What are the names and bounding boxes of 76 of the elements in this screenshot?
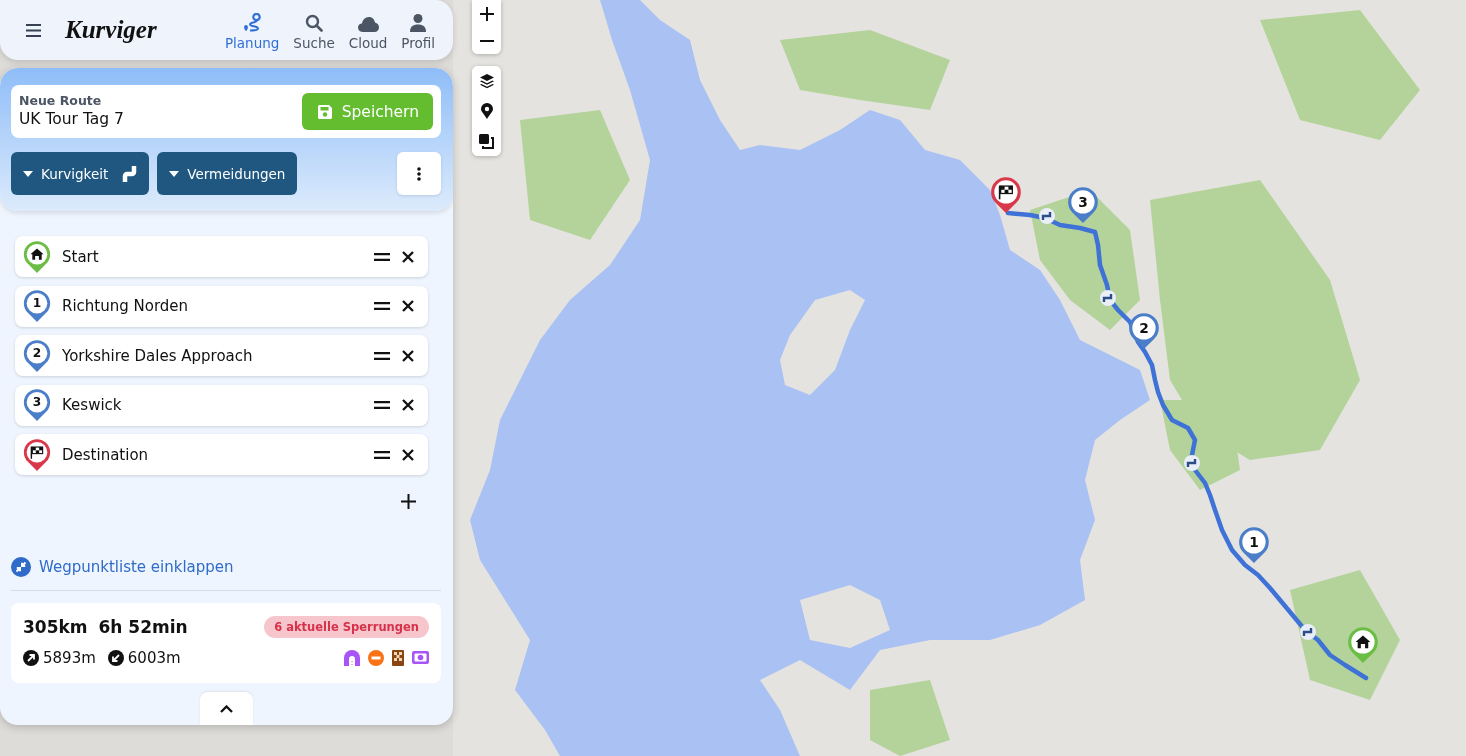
logo[interactable]: Kurviger — [65, 16, 157, 44]
curve-icon[interactable] — [1184, 455, 1200, 471]
waypoint-pin[interactable]: 1 — [1239, 527, 1269, 564]
waypoint-pin: 2 — [22, 338, 52, 373]
zoom-in-button[interactable] — [472, 0, 501, 27]
waypoint-row[interactable]: Start — [15, 236, 428, 277]
compress-icon — [11, 556, 31, 577]
collapse-waypoints-link[interactable]: Wegpunktliste einklappen — [11, 556, 234, 577]
drag-handle-icon[interactable] — [374, 450, 390, 459]
route-name-input[interactable]: UK Tour Tag 7 — [19, 109, 124, 130]
close-icon[interactable] — [402, 300, 414, 312]
waypoint-name: Start — [62, 247, 100, 266]
layers-icon — [478, 73, 495, 89]
user-icon — [410, 14, 427, 32]
checkered-sign-icon — [392, 649, 404, 666]
nav-tab[interactable]: Cloud — [346, 9, 390, 51]
dropdown-button[interactable]: Vermeidungen — [157, 152, 298, 195]
banknote-icon — [412, 651, 429, 664]
arrow-down-left-icon — [107, 649, 124, 666]
map-pin-icon — [480, 103, 493, 119]
flag-pin-icon[interactable] — [991, 177, 1021, 214]
route-name-label: Neue Route — [19, 93, 103, 109]
waypoint-name: Destination — [62, 445, 150, 464]
menu-button[interactable] — [24, 21, 43, 39]
drag-handle-icon[interactable] — [374, 302, 390, 310]
close-icon[interactable] — [402, 399, 414, 411]
zoom-out-button[interactable] — [472, 27, 501, 54]
duration-text: 6h 52min — [98, 616, 188, 637]
close-icon[interactable] — [402, 448, 414, 461]
waypoint-name: Richtung Norden — [62, 297, 190, 315]
vertical-dots-icon — [417, 166, 421, 181]
waypoint-pin[interactable]: 2 — [1129, 313, 1159, 350]
nav-tab[interactable]: Planung — [222, 9, 282, 51]
route-icon — [242, 13, 263, 32]
house-pin-icon — [22, 239, 52, 274]
waypoint-row[interactable]: 3 Keswick — [15, 384, 428, 426]
waypoint-row[interactable]: Destination — [15, 434, 428, 475]
ascent-text: 5893m — [43, 648, 96, 667]
waypoint-name: Yorkshire Dales Approach — [62, 346, 254, 365]
house-pin-icon[interactable] — [1348, 627, 1378, 664]
caret-down-icon — [23, 170, 33, 177]
search-icon — [305, 14, 324, 32]
drag-handle-icon[interactable] — [374, 401, 390, 409]
descent-text: 6003m — [127, 648, 181, 667]
cloud-icon — [357, 17, 379, 32]
waypoint-pin: 1 — [22, 289, 52, 323]
plus-icon — [479, 6, 494, 21]
curve-icon[interactable] — [1100, 290, 1116, 306]
no-entry-icon — [368, 649, 384, 666]
menu-icon — [26, 23, 41, 37]
drag-handle-icon[interactable] — [374, 351, 390, 360]
arrow-up-right-icon — [23, 649, 39, 666]
minus-icon — [479, 39, 494, 42]
dropdown-button[interactable]: Kurvigkeit — [11, 152, 150, 195]
stacked-squares-icon — [479, 133, 494, 149]
caret-down-icon — [169, 170, 180, 177]
layers-button[interactable] — [472, 66, 501, 96]
nav-tab[interactable]: Suche — [291, 9, 337, 51]
distance-text: 305km — [23, 616, 88, 637]
curve-icon[interactable] — [1039, 208, 1055, 224]
waypoint-row[interactable]: 1 Richtung Norden — [15, 285, 428, 327]
overlay-button[interactable] — [472, 126, 501, 156]
waypoint-name: Keswick — [62, 396, 123, 414]
nav-tab[interactable]: Profil — [399, 9, 437, 51]
waypoint-row[interactable]: 2 Yorkshire Dales Approach — [15, 335, 428, 376]
waypoint-pin: 3 — [22, 388, 52, 422]
curve-icon[interactable] — [1300, 624, 1316, 640]
waypoint-pin[interactable]: 3 — [1068, 187, 1098, 224]
curve-icon — [122, 165, 138, 182]
caret-up-icon — [220, 704, 233, 713]
drag-handle-icon[interactable] — [374, 252, 390, 261]
flag-pin-icon — [22, 437, 52, 472]
plus-icon — [401, 493, 416, 509]
close-icon[interactable] — [402, 250, 414, 263]
tunnel-icon — [344, 649, 360, 666]
close-icon[interactable] — [402, 349, 414, 362]
